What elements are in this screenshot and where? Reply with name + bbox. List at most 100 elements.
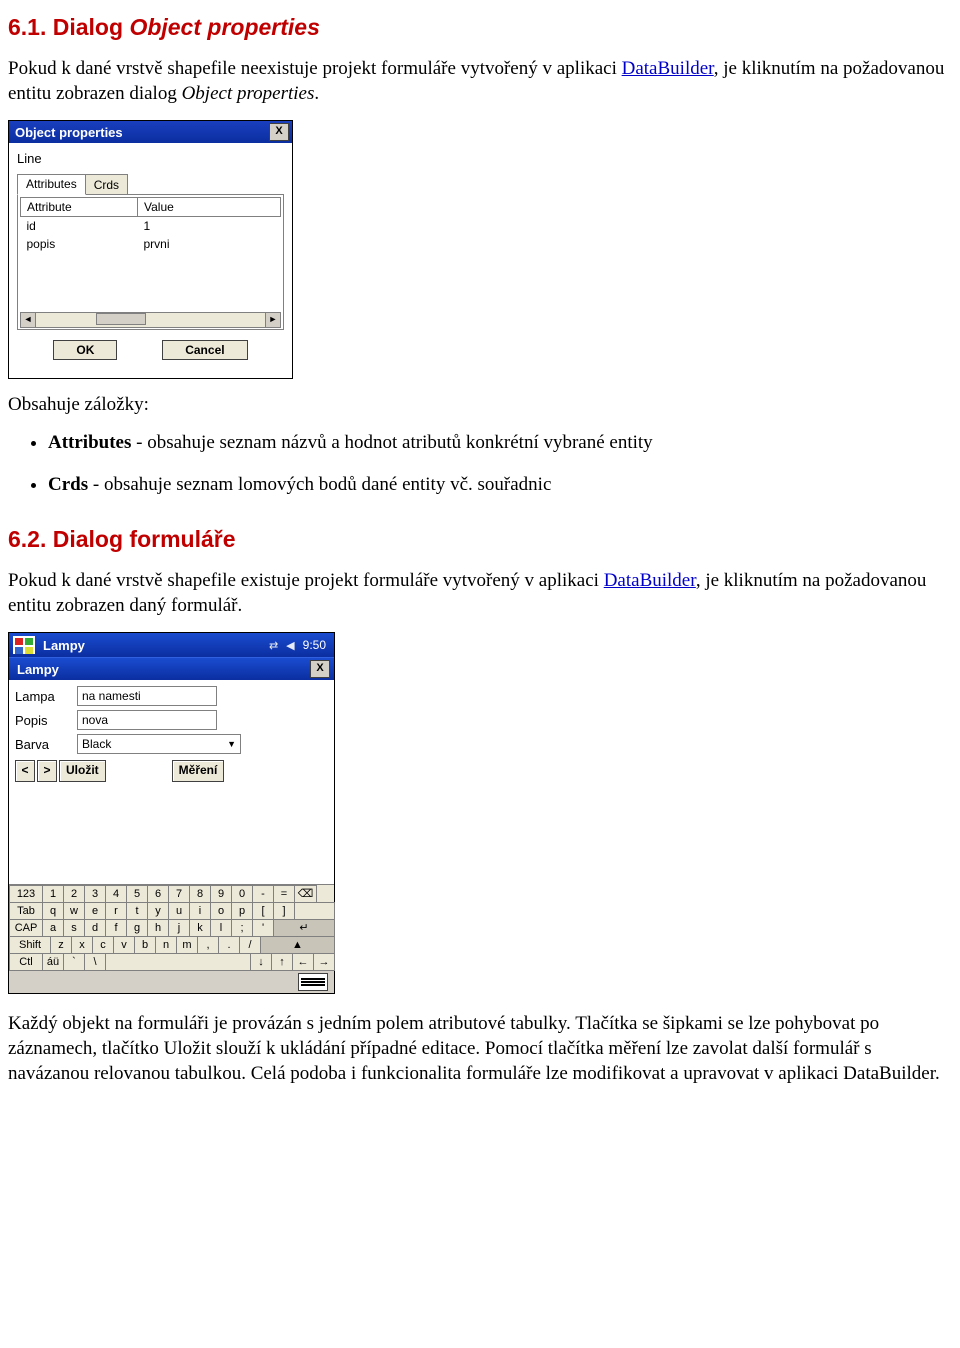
lampa-field[interactable]: na namesti: [77, 686, 217, 706]
key[interactable]: r: [105, 902, 127, 920]
key[interactable]: 5: [126, 885, 148, 903]
key[interactable]: Tab: [9, 902, 43, 920]
heading-em: Object properties: [129, 14, 319, 40]
scroll-track[interactable]: [36, 312, 265, 328]
key[interactable]: y: [147, 902, 169, 920]
key[interactable]: d: [84, 919, 106, 937]
keyboard-row: 123 1 2 3 4 5 6 7 8 9 0 - = ⌫: [9, 885, 334, 902]
key[interactable]: 123: [9, 885, 43, 903]
key[interactable]: q: [42, 902, 64, 920]
key[interactable]: 4: [105, 885, 127, 903]
spacebar-key[interactable]: [105, 953, 251, 971]
key[interactable]: CAP: [9, 919, 43, 937]
key[interactable]: j: [168, 919, 190, 937]
key[interactable]: 2: [63, 885, 85, 903]
key[interactable]: ': [252, 919, 274, 937]
ok-button[interactable]: OK: [53, 340, 117, 360]
key[interactable]: n: [155, 936, 177, 954]
key[interactable]: v: [113, 936, 135, 954]
key[interactable]: 1: [42, 885, 64, 903]
key[interactable]: m: [176, 936, 198, 954]
close-icon[interactable]: X: [310, 660, 330, 678]
col-value: Value: [138, 198, 281, 217]
backspace-key[interactable]: ⌫: [294, 885, 317, 903]
key[interactable]: 0: [231, 885, 253, 903]
save-button[interactable]: Uložit: [59, 760, 106, 782]
key[interactable]: b: [134, 936, 156, 954]
cancel-button[interactable]: Cancel: [162, 340, 247, 360]
label-lampa: Lampa: [15, 689, 77, 704]
key[interactable]: ←: [292, 953, 314, 971]
key[interactable]: c: [92, 936, 114, 954]
tab-attributes[interactable]: Attributes: [17, 174, 86, 195]
heading-6-1: 6.1. Dialog Object properties: [8, 14, 952, 41]
key[interactable]: t: [126, 902, 148, 920]
heading-6-2: 6.2. Dialog formuláře: [8, 526, 952, 553]
key[interactable]: -: [252, 885, 274, 903]
key[interactable]: 8: [189, 885, 211, 903]
key[interactable]: Ctl: [9, 953, 43, 971]
link-databuilder[interactable]: DataBuilder: [622, 58, 714, 79]
close-icon[interactable]: X: [269, 123, 289, 141]
key[interactable]: o: [210, 902, 232, 920]
label-barva: Barva: [15, 737, 77, 752]
key[interactable]: /: [239, 936, 261, 954]
scroll-thumb[interactable]: [96, 313, 146, 325]
key[interactable]: p: [231, 902, 253, 920]
key[interactable]: 9: [210, 885, 232, 903]
horizontal-scrollbar[interactable]: ◄ ►: [20, 313, 281, 327]
key[interactable]: ;: [231, 919, 253, 937]
windows-logo-icon[interactable]: [13, 636, 35, 654]
app-title: Lampy: [43, 638, 85, 653]
key[interactable]: h: [147, 919, 169, 937]
key[interactable]: x: [71, 936, 93, 954]
key[interactable]: k: [189, 919, 211, 937]
shift-right-key[interactable]: ▲: [260, 936, 335, 954]
key[interactable]: i: [189, 902, 211, 920]
next-record-button[interactable]: >: [37, 760, 57, 782]
key[interactable]: áü: [42, 953, 64, 971]
key[interactable]: w: [63, 902, 85, 920]
key[interactable]: ↑: [271, 953, 293, 971]
pda-bottombar: [9, 970, 334, 993]
key[interactable]: ↓: [250, 953, 272, 971]
key[interactable]: [294, 902, 335, 920]
key[interactable]: f: [105, 919, 127, 937]
key[interactable]: ]: [273, 902, 295, 920]
key[interactable]: =: [273, 885, 295, 903]
popis-field[interactable]: nova: [77, 710, 217, 730]
key[interactable]: z: [50, 936, 72, 954]
key[interactable]: s: [63, 919, 85, 937]
key[interactable]: Shift: [9, 936, 51, 954]
barva-combobox[interactable]: Black ▼: [77, 734, 241, 754]
key[interactable]: e: [84, 902, 106, 920]
key[interactable]: a: [42, 919, 64, 937]
key[interactable]: 3: [84, 885, 106, 903]
key[interactable]: 7: [168, 885, 190, 903]
tab-pane: Attribute Value id 1 popis prvni ◄ ►: [17, 194, 284, 330]
key[interactable]: g: [126, 919, 148, 937]
key[interactable]: u: [168, 902, 190, 920]
key[interactable]: →: [313, 953, 335, 971]
enter-key[interactable]: ↵: [273, 919, 335, 937]
para-6-1: Pokud k dané vrstvě shapefile neexistuje…: [8, 57, 952, 106]
key[interactable]: [: [252, 902, 274, 920]
volume-icon[interactable]: ◀: [286, 639, 294, 652]
scroll-right-icon[interactable]: ►: [265, 312, 281, 328]
key[interactable]: \: [84, 953, 106, 971]
link-databuilder-2[interactable]: DataBuilder: [604, 570, 696, 591]
key[interactable]: `: [63, 953, 85, 971]
key[interactable]: l: [210, 919, 232, 937]
scroll-left-icon[interactable]: ◄: [20, 312, 36, 328]
dialog-title: Object properties: [15, 125, 123, 140]
sip-keyboard[interactable]: 123 1 2 3 4 5 6 7 8 9 0 - = ⌫ Tab q w e …: [9, 884, 334, 970]
keyboard-icon[interactable]: [298, 973, 328, 991]
para-6-2: Pokud k dané vrstvě shapefile existuje p…: [8, 569, 952, 618]
key[interactable]: ,: [197, 936, 219, 954]
prev-record-button[interactable]: <: [15, 760, 35, 782]
key[interactable]: .: [218, 936, 240, 954]
key[interactable]: 6: [147, 885, 169, 903]
measure-button[interactable]: Měření: [172, 760, 225, 782]
tab-crds[interactable]: Crds: [85, 174, 128, 195]
connectivity-icon[interactable]: ⇄: [269, 639, 278, 652]
